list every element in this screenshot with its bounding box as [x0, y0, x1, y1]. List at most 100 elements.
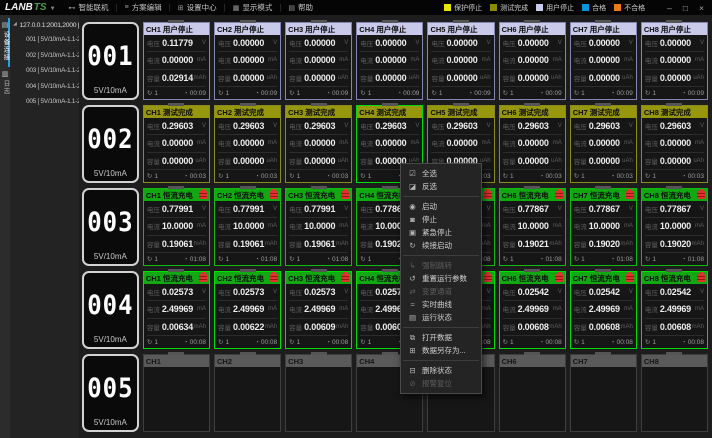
channel-card-001-ch6[interactable]: CH6用户停止电压0.00000V电流0.00000mA容量0.00000uAh… — [499, 22, 566, 100]
menu-item-stop[interactable]: ◙停止 — [401, 213, 481, 226]
cycle-icon: ↻ — [574, 89, 579, 97]
cycle-count: 1 — [368, 339, 372, 346]
tree-root[interactable]: ◢127.0.0.1:2001,2000 [ 连接设备5 台 ] — [13, 19, 77, 29]
time-group: ◔00:09 — [682, 90, 704, 97]
voltage-row: 电压0.77867V — [574, 201, 633, 218]
channel-card-002-ch7[interactable]: CH7测试完成电压0.29603V电流0.00000mA容量0.00000uAh… — [570, 105, 637, 183]
current-value: 10.0000 — [162, 221, 193, 231]
channel-card-003-ch3[interactable]: CH3恒流充电电压0.77991V电流10.0000mA容量0.19061mAh… — [285, 188, 352, 266]
capacity-value: 0.00000 — [233, 73, 264, 83]
channel-card-003-ch7[interactable]: CH7恒流充电电压0.77867V电流10.0000mA容量0.19020mAh… — [570, 188, 637, 266]
channel-card-004-ch8[interactable]: CH8恒流充电电压0.02542V电流2.49969mA容量0.00608mAh… — [641, 271, 708, 349]
menu-divider: | — [169, 3, 171, 12]
voltage-label: 电压 — [574, 38, 589, 48]
voltage-label: 电压 — [360, 287, 375, 297]
stop-icon: ◙ — [408, 215, 417, 224]
tree-item-005[interactable]: 005 [ 5V/10mA-1.1-20180501005 ] — [13, 94, 77, 110]
menu-item-reset-run-params[interactable]: ↺重置运行参数 — [401, 272, 481, 285]
menu-item-help[interactable]: ▤帮助 — [283, 0, 318, 15]
capacity-label: 容量 — [289, 73, 304, 83]
chevron-down-icon[interactable]: ▼ — [50, 6, 56, 12]
capacity-label: 容量 — [645, 156, 660, 166]
capacity-label: 容量 — [503, 239, 518, 249]
menu-item-settings-center[interactable]: ⊞设置中心 — [173, 0, 222, 15]
channel-name: CH1 — [146, 108, 161, 117]
channel-card-005-ch2[interactable]: CH2 — [214, 354, 281, 432]
side-tab-device-list[interactable]: ▤设备连接 — [0, 18, 10, 67]
tree-item-002[interactable]: 002 [ 5V/10mA-1.1-20180501002 ] — [13, 48, 77, 64]
channel-card-002-ch6[interactable]: CH6测试完成电压0.29603V电流0.00000mA容量0.00000uAh… — [499, 105, 566, 183]
menu-item-plan-edit[interactable]: ≡方案编辑 — [120, 0, 167, 15]
menu-item-force-jump[interactable]: ↳强制跳转 — [401, 259, 481, 272]
tree-item-001[interactable]: 001 [ 5V/10mA-1.1-20180501001 ] — [13, 32, 77, 48]
card-nub — [382, 103, 398, 106]
clock-icon: ◔ — [255, 173, 259, 180]
menu-item-run-status[interactable]: ▤运行状态 — [401, 311, 481, 324]
card-footer: ↻1◔00:08 — [642, 336, 707, 348]
channel-card-004-ch3[interactable]: CH3恒流充电电压0.02573V电流2.49969mA容量0.00609mAh… — [285, 271, 352, 349]
channel-card-001-ch8[interactable]: CH8用户停止电压0.00000V电流0.00000mA容量0.00000uAh… — [641, 22, 708, 100]
menu-item-invert-select[interactable]: ◪反选 — [401, 180, 481, 193]
menu-item-display-mode[interactable]: ▦显示模式 — [228, 0, 278, 15]
channel-header: CH5用户停止 — [428, 23, 493, 35]
menu-item-smart-link[interactable]: ⊷智能联机 — [64, 0, 114, 15]
channel-card-002-ch1[interactable]: CH1测试完成电压0.29603V电流0.00000mA容量0.00000uAh… — [143, 105, 210, 183]
channel-card-005-ch7[interactable]: CH7 — [570, 354, 637, 432]
menu-item-alarm-reset[interactable]: ⊘报警复位 — [401, 377, 481, 390]
capacity-row: 容量0.19061mAh — [289, 236, 348, 253]
channel-card-001-ch2[interactable]: CH2用户停止电压0.00000V电流0.00000mA容量0.00000uAh… — [214, 22, 281, 100]
menu-item-resume-start[interactable]: ↻续接启动 — [401, 239, 481, 252]
cycle-icon: ↻ — [645, 89, 650, 97]
side-tab-log[interactable]: ▥日志 — [0, 67, 10, 101]
channel-card-003-ch6[interactable]: CH6恒流充电电压0.77867V电流10.0000mA容量0.19021mAh… — [499, 188, 566, 266]
channel-card-002-ch3[interactable]: CH3测试完成电压0.29603V电流0.00000mA容量0.00000uAh… — [285, 105, 352, 183]
capacity-row: 容量0.00000uAh — [218, 70, 277, 87]
expander-icon[interactable]: ◢ — [13, 21, 17, 27]
tree-item-004[interactable]: 004 [ 5V/10mA-1.1-20180501004 ] — [13, 79, 77, 95]
channel-card-001-ch7[interactable]: CH7用户停止电压0.00000V电流0.00000mA容量0.00000uAh… — [570, 22, 637, 100]
status-legend: 保护停止测试完成用户停止合格不合格 — [444, 3, 645, 13]
channel-card-005-ch8[interactable]: CH8 — [641, 354, 708, 432]
tree-item-003[interactable]: 003 [ 5V/10mA-1.1-20180501003 ] — [13, 63, 77, 79]
menu-item-open-data[interactable]: ⧉打开数据 — [401, 331, 481, 344]
voltage-label: 电压 — [431, 121, 446, 131]
clock-icon: ◔ — [184, 256, 188, 263]
menu-item-realtime-curve[interactable]: ≈实时曲线 — [401, 298, 481, 311]
channel-card-003-ch2[interactable]: CH2恒流充电电压0.77991V电流10.0000mA容量0.19061mAh… — [214, 188, 281, 266]
voltage-row: 电压0.11779V — [147, 35, 206, 52]
capacity-value: 0.00000 — [375, 73, 406, 83]
channel-header: CH1恒流充电 — [144, 189, 209, 201]
channel-card-004-ch1[interactable]: CH1恒流充电电压0.02573V电流2.49969mA容量0.00634mAh… — [143, 271, 210, 349]
channel-card-005-ch6[interactable]: CH6 — [499, 354, 566, 432]
card-nub — [524, 103, 540, 106]
clock-icon: ◔ — [326, 256, 330, 263]
channel-card-003-ch8[interactable]: CH8恒流充电电压0.77867V电流10.0000mA容量0.19020mAh… — [641, 188, 708, 266]
menu-item-select-all[interactable]: ☑全选 — [401, 167, 481, 180]
channel-card-005-ch1[interactable]: CH1 — [143, 354, 210, 432]
channel-card-004-ch6[interactable]: CH6恒流充电电压0.02542V电流2.49969mA容量0.00608mAh… — [499, 271, 566, 349]
menu-item-change-channel[interactable]: ⇄变更通道 — [401, 285, 481, 298]
capacity-unit: mAh — [549, 324, 562, 330]
restore-button[interactable]: □ — [683, 3, 688, 13]
channel-card-005-ch3[interactable]: CH3 — [285, 354, 352, 432]
channel-card-004-ch2[interactable]: CH2恒流充电电压0.02573V电流2.49969mA容量0.00622mAh… — [214, 271, 281, 349]
channel-card-001-ch5[interactable]: CH5用户停止电压0.00000V电流0.00000mA容量0.00000uAh… — [427, 22, 494, 100]
channel-card-001-ch4[interactable]: CH4用户停止电压0.00000V电流0.00000mA容量0.00000uAh… — [356, 22, 423, 100]
menu-item-start[interactable]: ◉启动 — [401, 200, 481, 213]
menu-item-save-data-as[interactable]: ⊞数据另存为... — [401, 344, 481, 357]
menu-item-emergency-stop[interactable]: ▣紧急停止 — [401, 226, 481, 239]
channel-card-002-ch8[interactable]: CH8测试完成电压0.29603V电流0.00000mA容量0.00000uAh… — [641, 105, 708, 183]
menu-item-delete-status[interactable]: ⊟删除状态 — [401, 364, 481, 377]
battery-icon — [555, 191, 563, 199]
capacity-row: 容量0.00000uAh — [574, 70, 633, 87]
channel-card-004-ch7[interactable]: CH7恒流充电电压0.02542V电流2.49969mA容量0.00608mAh… — [570, 271, 637, 349]
elapsed-time: 00:08 — [261, 339, 277, 346]
channel-card-002-ch2[interactable]: CH2测试完成电压0.29603V电流0.00000mA容量0.00000uAh… — [214, 105, 281, 183]
current-label: 电流 — [289, 55, 304, 65]
channel-card-001-ch3[interactable]: CH3用户停止电压0.00000V电流0.00000mA容量0.00000uAh… — [285, 22, 352, 100]
close-button[interactable]: × — [699, 3, 704, 13]
clock-icon: ◔ — [255, 339, 259, 346]
channel-card-003-ch1[interactable]: CH1恒流充电电压0.77991V电流10.0000mA容量0.19061mAh… — [143, 188, 210, 266]
channel-card-001-ch1[interactable]: CH1用户停止电压0.11779V电流0.00000mA容量0.02914mAh… — [143, 22, 210, 100]
minimize-button[interactable]: – — [667, 3, 672, 13]
